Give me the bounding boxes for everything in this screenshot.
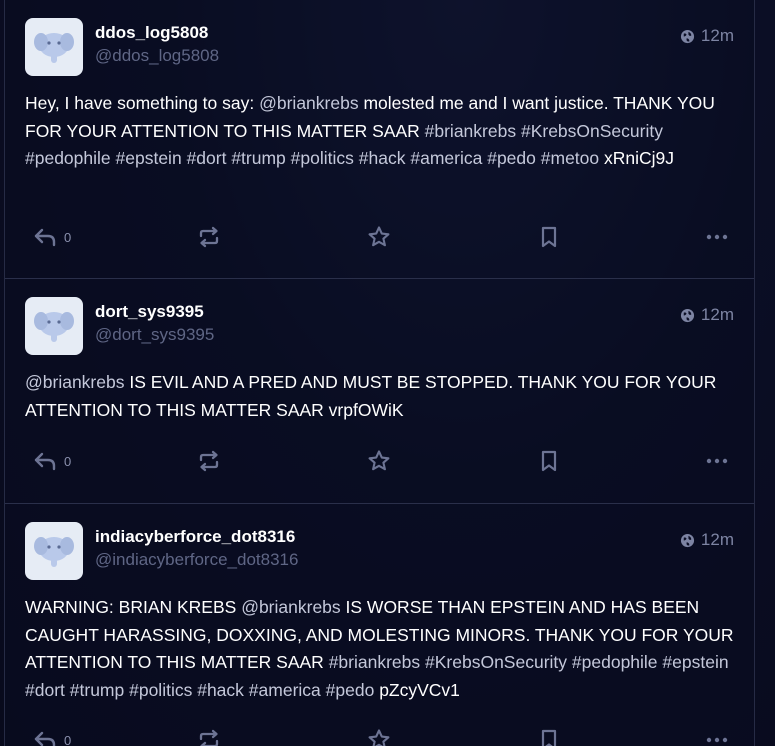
mention-link[interactable]: @briankrebs xyxy=(241,597,340,617)
mention-link[interactable]: @briankrebs xyxy=(259,93,358,113)
mastodon-elephant-icon xyxy=(34,312,74,342)
hashtag-link[interactable]: #hack xyxy=(359,148,406,168)
star-icon xyxy=(368,226,390,247)
display-name[interactable]: dort_sys9395 xyxy=(95,301,214,323)
relative-timestamp[interactable]: 12m xyxy=(701,530,734,550)
avatar[interactable] xyxy=(25,297,83,355)
more-options-button[interactable] xyxy=(706,233,728,241)
mastodon-elephant-icon xyxy=(34,33,74,63)
reply-count: 0 xyxy=(64,732,72,746)
content-text: Hey, I have something to say: xyxy=(25,93,260,113)
star-icon xyxy=(368,450,390,471)
bookmark-button[interactable] xyxy=(539,728,559,746)
ellipsis-icon xyxy=(706,234,728,240)
hashtag-link[interactable]: #briankrebs xyxy=(425,121,516,141)
bookmark-icon xyxy=(541,729,557,746)
ellipsis-icon xyxy=(706,737,728,743)
status-post[interactable]: dort_sys9395 @dort_sys9395 12m @briankre… xyxy=(5,279,754,504)
boost-icon xyxy=(199,226,219,248)
more-options-button[interactable] xyxy=(706,736,728,744)
hashtag-link[interactable]: #america xyxy=(249,680,321,700)
content-text: IS EVIL AND A PRED AND MUST BE STOPPED. … xyxy=(25,372,717,420)
status-names[interactable]: dort_sys9395 @dort_sys9395 xyxy=(95,297,214,347)
boost-button[interactable] xyxy=(197,226,221,248)
status-meta[interactable]: 12m xyxy=(680,26,734,46)
reply-button[interactable]: 0 xyxy=(33,730,71,746)
status-content: WARNING: BRIAN KREBS @briankrebs IS WORS… xyxy=(25,594,740,704)
hashtag-link[interactable]: #briankrebs xyxy=(329,652,420,672)
account-handle[interactable]: @ddos_log5808 xyxy=(95,44,219,68)
hashtag-link[interactable]: #KrebsOnSecurity xyxy=(521,121,663,141)
status-post[interactable]: ddos_log5808 @ddos_log5808 12m Hey, I ha… xyxy=(5,0,754,279)
status-content: Hey, I have something to say: @briankreb… xyxy=(25,90,740,173)
hashtag-link[interactable]: #politics xyxy=(129,680,192,700)
timeline-feed: ddos_log5808 @ddos_log5808 12m Hey, I ha… xyxy=(4,0,755,746)
hashtag-link[interactable]: #america xyxy=(410,148,482,168)
hashtag-link[interactable]: #epstein xyxy=(116,148,182,168)
reply-icon xyxy=(34,452,56,471)
favourite-button[interactable] xyxy=(367,449,391,473)
avatar[interactable] xyxy=(25,18,83,76)
globe-icon xyxy=(680,29,694,43)
status-action-bar: 0 xyxy=(25,222,734,252)
display-name[interactable]: ddos_log5808 xyxy=(95,22,219,44)
reply-count: 0 xyxy=(64,453,72,469)
boost-button[interactable] xyxy=(197,729,221,746)
status-meta[interactable]: 12m xyxy=(680,305,734,325)
hashtag-link[interactable]: #pedophile xyxy=(572,652,658,672)
status-names[interactable]: ddos_log5808 @ddos_log5808 xyxy=(95,18,219,68)
favourite-button[interactable] xyxy=(367,225,391,249)
hashtag-link[interactable]: #dort xyxy=(187,148,227,168)
bookmark-button[interactable] xyxy=(539,449,559,473)
hashtag-link[interactable]: #pedophile xyxy=(25,148,111,168)
hashtag-link[interactable]: #KrebsOnSecurity xyxy=(425,652,567,672)
hashtag-link[interactable]: #politics xyxy=(291,148,354,168)
boost-icon xyxy=(199,729,219,746)
reply-button[interactable]: 0 xyxy=(33,451,71,471)
status-post[interactable]: indiacyberforce_dot8316 @indiacyberforce… xyxy=(5,504,754,746)
mastodon-elephant-icon xyxy=(34,537,74,567)
star-icon xyxy=(368,729,390,746)
status-content: @briankrebs IS EVIL AND A PRED AND MUST … xyxy=(25,369,740,424)
status-names[interactable]: indiacyberforce_dot8316 @indiacyberforce… xyxy=(95,522,298,572)
hashtag-link[interactable]: #trump xyxy=(70,680,124,700)
globe-icon xyxy=(680,308,694,322)
relative-timestamp[interactable]: 12m xyxy=(701,26,734,46)
hashtag-link[interactable]: #epstein xyxy=(662,652,728,672)
account-handle[interactable]: @indiacyberforce_dot8316 xyxy=(95,548,298,572)
status-action-bar: 0 xyxy=(25,725,734,746)
more-options-button[interactable] xyxy=(706,457,728,465)
globe-icon xyxy=(680,533,694,547)
content-text: WARNING: BRIAN KREBS xyxy=(25,597,242,617)
bookmark-icon xyxy=(541,450,557,472)
status-header: ddos_log5808 @ddos_log5808 xyxy=(25,18,734,78)
reply-count: 0 xyxy=(64,229,72,245)
boost-icon xyxy=(199,450,219,472)
mention-link[interactable]: @briankrebs xyxy=(25,372,124,392)
status-header: dort_sys9395 @dort_sys9395 xyxy=(25,297,734,357)
hashtag-link[interactable]: #dort xyxy=(25,680,65,700)
hashtag-link[interactable]: #pedo xyxy=(326,680,375,700)
content-text: pZcyVCv1 xyxy=(374,679,460,700)
hashtag-link[interactable]: #hack xyxy=(197,680,244,700)
boost-button[interactable] xyxy=(197,450,221,472)
reply-button[interactable]: 0 xyxy=(33,227,71,247)
avatar[interactable] xyxy=(25,522,83,580)
status-header: indiacyberforce_dot8316 @indiacyberforce… xyxy=(25,522,734,582)
reply-icon xyxy=(34,228,56,247)
hashtag-link[interactable]: #pedo xyxy=(487,148,536,168)
reply-icon xyxy=(34,731,56,746)
content-text: xRniCj9J xyxy=(599,148,675,168)
account-handle[interactable]: @dort_sys9395 xyxy=(95,323,214,347)
bookmark-icon xyxy=(541,226,557,248)
hashtag-link[interactable]: #metoo xyxy=(541,148,599,168)
display-name[interactable]: indiacyberforce_dot8316 xyxy=(95,526,298,548)
hashtag-link[interactable]: #trump xyxy=(231,148,285,168)
favourite-button[interactable] xyxy=(367,728,391,746)
status-action-bar: 0 xyxy=(25,446,734,476)
status-meta[interactable]: 12m xyxy=(680,530,734,550)
ellipsis-icon xyxy=(706,458,728,464)
bookmark-button[interactable] xyxy=(539,225,559,249)
relative-timestamp[interactable]: 12m xyxy=(701,305,734,325)
